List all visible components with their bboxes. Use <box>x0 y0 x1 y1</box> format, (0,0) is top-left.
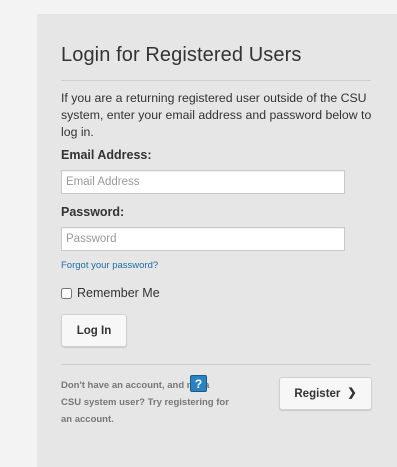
password-field[interactable] <box>61 227 345 251</box>
register-button-label: Register <box>294 387 341 400</box>
email-field[interactable] <box>61 170 345 194</box>
remember-me-label[interactable]: Remember Me <box>77 286 160 300</box>
question-mark-icon[interactable]: ? <box>190 375 207 392</box>
forgot-password-link[interactable]: Forgot your password? <box>61 260 158 271</box>
remember-me-checkbox[interactable] <box>61 287 72 299</box>
section-divider <box>61 364 371 365</box>
login-button[interactable]: Log In <box>61 314 127 347</box>
remember-me-row[interactable]: Remember Me <box>61 285 160 301</box>
page-title: Login for Registered Users <box>61 44 302 66</box>
title-divider <box>61 80 371 81</box>
chevron-right-icon: ❯ <box>347 387 357 399</box>
login-panel: Login for Registered Users If you are a … <box>37 14 397 467</box>
login-instructions: If you are a returning registered user o… <box>61 91 372 139</box>
register-button[interactable]: Register ❯ <box>279 377 372 410</box>
email-label: Email Address: <box>61 148 152 162</box>
password-label: Password: <box>61 205 125 219</box>
